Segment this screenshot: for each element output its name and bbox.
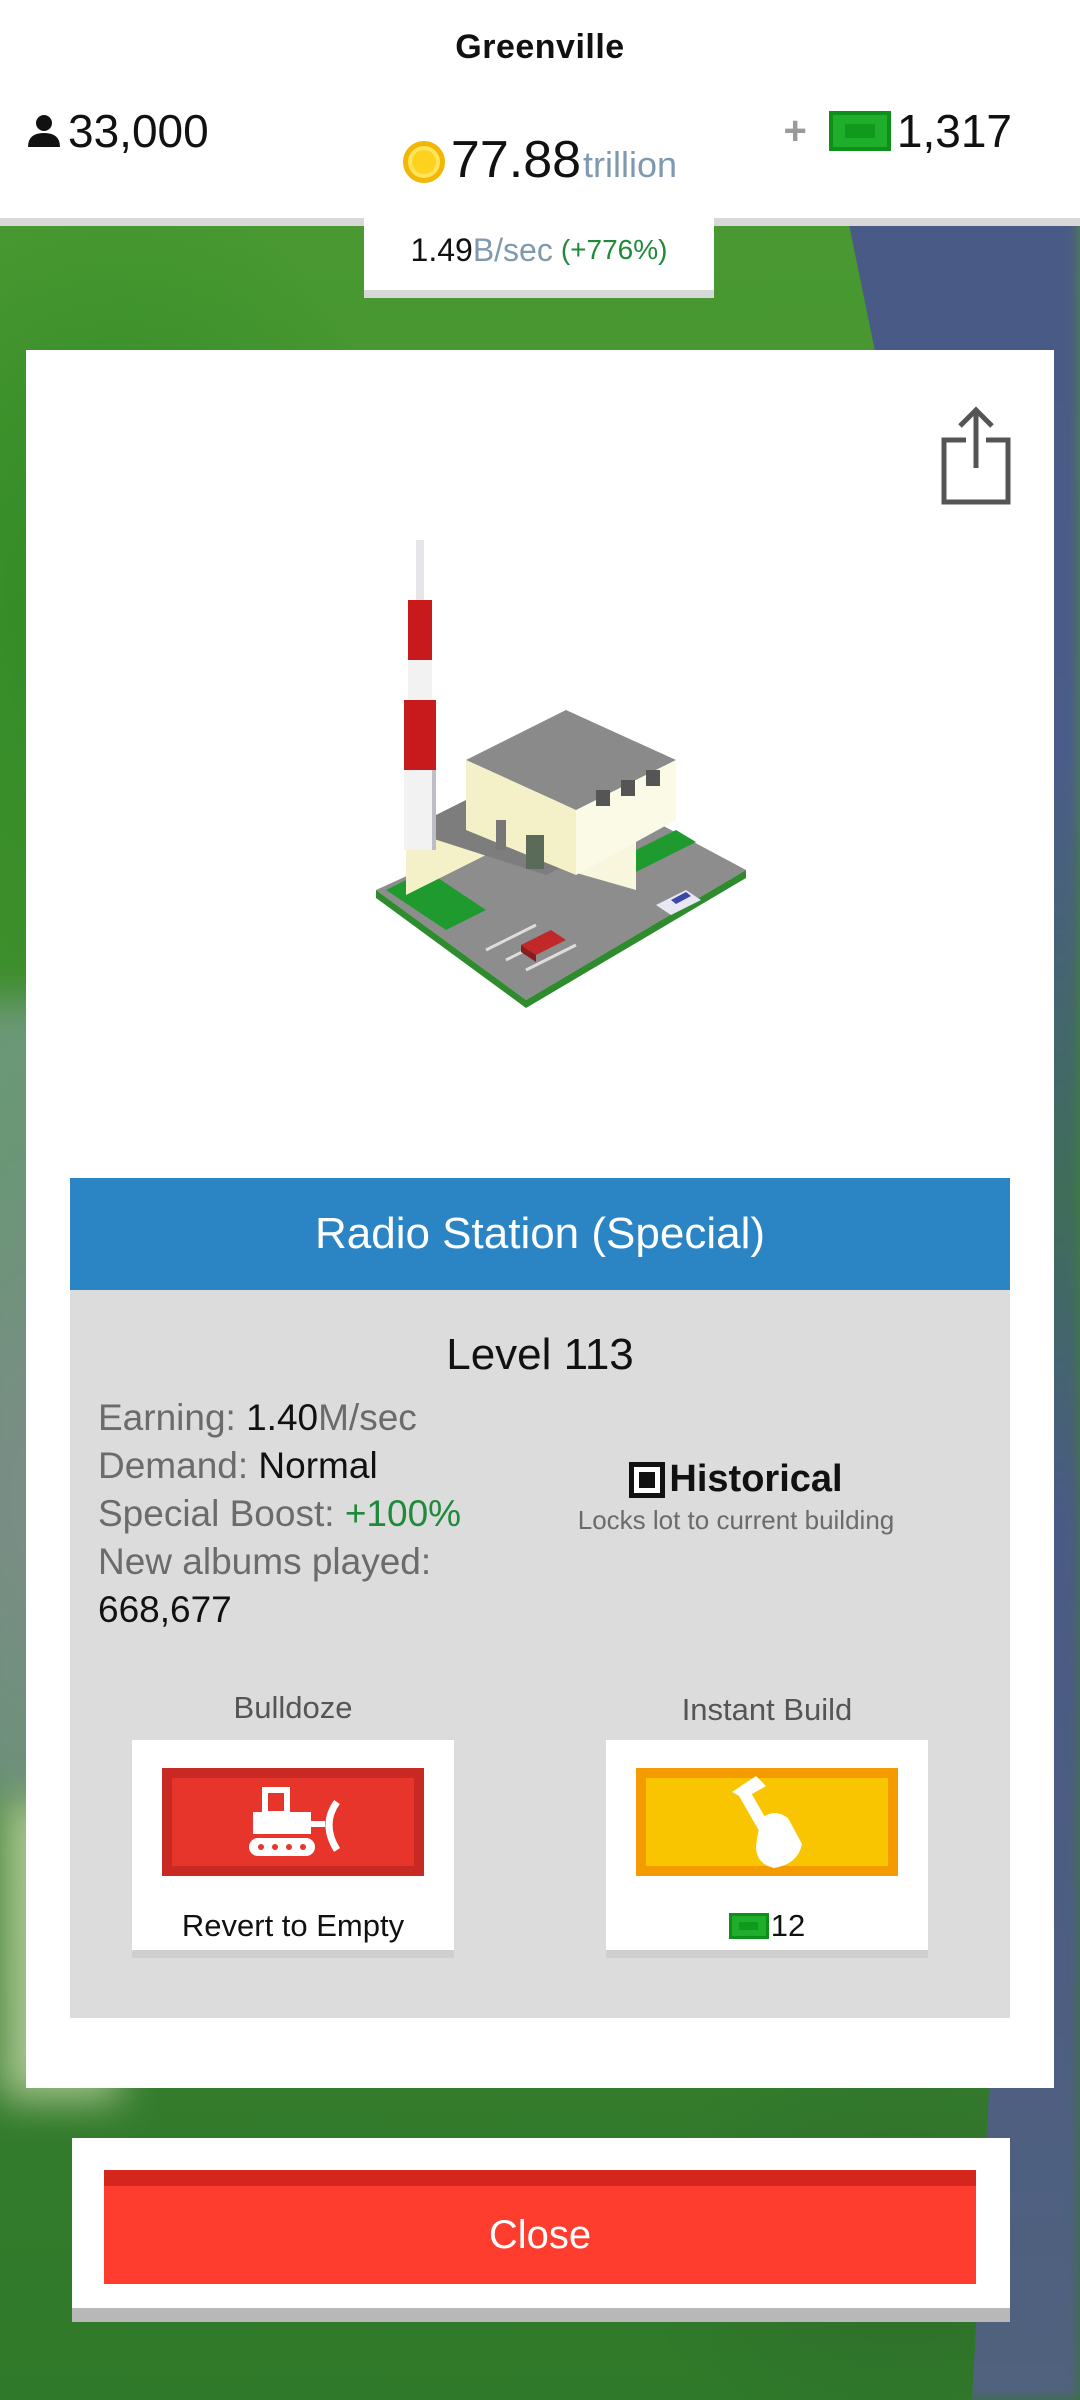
income-rate-tab: 1.49 B/sec (+776%) bbox=[364, 210, 714, 298]
historical-label: Historical bbox=[669, 1458, 843, 1500]
instant-build-cost: 12 bbox=[606, 1908, 928, 1944]
special-boost-row: Special Boost: +100% bbox=[98, 1493, 462, 1534]
instant-build-label: Instant Build bbox=[681, 1692, 853, 1727]
building-info-card: Radio Station (Special) Level 113 Earnin… bbox=[70, 1178, 1010, 2018]
income-rate-unit: B/sec bbox=[472, 231, 553, 268]
coin-icon bbox=[402, 141, 445, 183]
radio-station-illustration bbox=[376, 540, 746, 1008]
income-rate-change: (+776%) bbox=[560, 234, 668, 265]
historical-description: Locks lot to current building bbox=[577, 1505, 895, 1535]
close-container: Close bbox=[72, 2138, 1010, 2322]
building-stats: Earning: 1.40M/sec Demand: Normal Specia… bbox=[98, 1394, 461, 1634]
close-button[interactable]: Close bbox=[104, 2170, 976, 2284]
albums-value: 668,677 bbox=[98, 1589, 232, 1630]
money-display: 77.88 trillion bbox=[0, 130, 1080, 190]
bulldoze-button[interactable]: Revert to Empty bbox=[132, 1740, 454, 1958]
earning-value: 1.40 bbox=[246, 1397, 319, 1438]
income-rate-value: 1.49 bbox=[410, 231, 473, 268]
instant-build-cost-value: 12 bbox=[770, 1908, 806, 1943]
top-hud: Greenville 33,000 + 1,317 bbox=[0, 0, 1080, 226]
city-name: Greenville bbox=[455, 28, 625, 66]
building-panel: Radio Station (Special) Level 113 Earnin… bbox=[26, 350, 1054, 2088]
earning-unit: M/sec bbox=[318, 1397, 417, 1438]
historical-toggle[interactable]: Historical Locks lot to current building bbox=[566, 1458, 906, 1536]
bulldozer-icon bbox=[249, 1787, 341, 1856]
bulldoze-button-face[interactable] bbox=[162, 1768, 424, 1876]
share-icon[interactable] bbox=[940, 406, 1012, 506]
historical-checkbox[interactable] bbox=[629, 1461, 666, 1498]
demand-row: Demand: Normal bbox=[98, 1445, 378, 1486]
bulldoze-label: Bulldoze bbox=[233, 1690, 353, 1725]
albums-label: New albums played: bbox=[98, 1541, 432, 1582]
earning-row: Earning: 1.40M/sec bbox=[98, 1397, 417, 1438]
building-title: Radio Station (Special) bbox=[70, 1178, 1010, 1290]
money-amount: 77.88 bbox=[450, 131, 582, 189]
bulldoze-caption: Revert to Empty bbox=[181, 1908, 405, 1943]
instant-build-button-face[interactable] bbox=[636, 1768, 898, 1876]
special-boost-value: +100% bbox=[344, 1493, 462, 1534]
building-level: Level 113 bbox=[446, 1330, 634, 1379]
demand-value: Normal bbox=[258, 1445, 378, 1486]
cash-icon bbox=[728, 1913, 769, 1939]
hammer-hand-icon bbox=[732, 1776, 802, 1868]
money-unit: trillion bbox=[583, 144, 678, 185]
instant-build-button[interactable]: 12 bbox=[606, 1740, 928, 1958]
historical-checkbox-row[interactable]: Historical bbox=[566, 1458, 906, 1501]
